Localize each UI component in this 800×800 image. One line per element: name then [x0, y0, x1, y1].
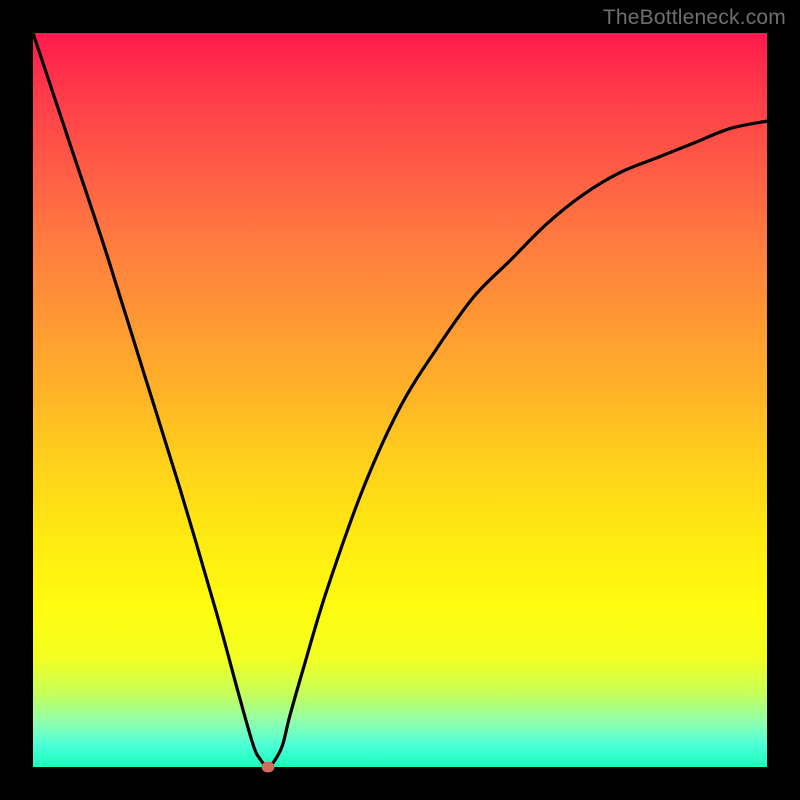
watermark-text: TheBottleneck.com: [603, 6, 786, 30]
bottleneck-curve: [33, 33, 767, 767]
optimal-point-marker: [261, 762, 274, 773]
outer-frame: TheBottleneck.com: [0, 0, 800, 800]
plot-area: [33, 33, 767, 767]
